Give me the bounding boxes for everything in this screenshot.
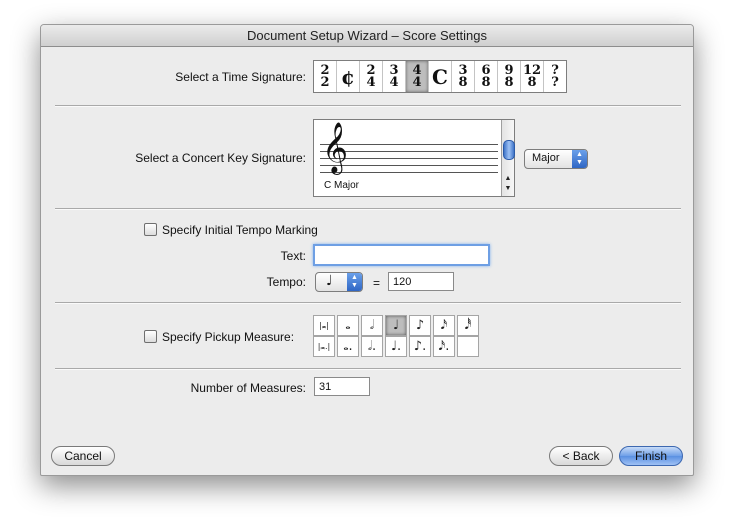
tempo-value-input[interactable]	[388, 272, 454, 291]
key-signature-staff[interactable]: 𝄞 C Major ▲ ▼	[313, 119, 515, 197]
time-signature-bottom: 2	[320, 74, 330, 90]
pickup-duration-row1-5[interactable]: 𝅘𝅥𝅯	[433, 315, 455, 336]
pickup-duration-row2-2[interactable]: 𝅗𝅥.	[361, 336, 383, 357]
time-signature-bottom: 8	[527, 74, 537, 90]
divider	[55, 208, 681, 210]
time-signature-option[interactable]: 44	[406, 61, 429, 92]
popup-arrows-icon: ▲ ▼	[572, 150, 587, 168]
divider	[55, 368, 681, 370]
divider	[55, 302, 681, 304]
pickup-duration-row1-4[interactable]: ♪	[409, 315, 431, 336]
time-signature-bottom: 4	[412, 74, 422, 90]
scroll-down-arrow-icon[interactable]: ▼	[502, 184, 514, 194]
key-mode-popup[interactable]: Major ▲ ▼	[524, 149, 588, 169]
time-signature-picker[interactable]: 2 2 ¢ 2 4 3 4 4 4 C 3 8 6 8 9 8 12 8??	[313, 60, 567, 93]
time-signature-symbol: C	[432, 64, 448, 89]
cancel-button[interactable]: Cancel	[51, 446, 115, 466]
quarter-note-icon: ♩	[326, 273, 333, 289]
back-button[interactable]: < Back	[549, 446, 613, 466]
time-signature-bottom: 4	[366, 74, 376, 90]
time-signature-option[interactable]: 98	[498, 61, 521, 92]
wizard-window: Document Setup Wizard – Score Settings S…	[40, 24, 694, 476]
scroll-thumb[interactable]	[503, 140, 515, 160]
pickup-checkbox[interactable]	[144, 330, 157, 343]
divider	[55, 105, 681, 107]
time-signature-option[interactable]: 68	[475, 61, 498, 92]
pickup-checkbox-label: Specify Pickup Measure:	[162, 330, 295, 344]
measures-label: Number of Measures:	[190, 381, 306, 395]
pickup-duration-grid: |𝅜| 𝅝 𝅗𝅥 ♩ ♪ 𝅘𝅥𝅯 𝅘𝅥𝅰 |𝅜.| 𝅝. 𝅗𝅥. ♩. ♪. 𝅘𝅥𝅯.	[313, 315, 479, 357]
pickup-duration-row2-5[interactable]: 𝅘𝅥𝅯.	[433, 336, 455, 357]
time-signature-option[interactable]: 38	[452, 61, 475, 92]
pickup-duration-row2-0[interactable]: |𝅜.|	[313, 336, 335, 357]
time-signature-option[interactable]: ??	[544, 61, 566, 92]
tempo-note-popup[interactable]: ♩ ▲ ▼	[315, 272, 363, 292]
time-signature-option[interactable]: 34	[383, 61, 406, 92]
key-name: C Major	[324, 180, 360, 191]
tempo-text-input[interactable]	[313, 244, 490, 266]
key-signature-label: Select a Concert Key Signature:	[135, 151, 306, 165]
pickup-duration-row1-6[interactable]: 𝅘𝅥𝅰	[457, 315, 479, 336]
treble-clef-icon: 𝄞	[322, 122, 349, 173]
time-signature-bottom: ?	[551, 74, 559, 90]
time-signature-bottom: 8	[481, 74, 491, 90]
time-signature-bottom: 4	[389, 74, 399, 90]
key-mode-value: Major	[532, 152, 560, 164]
measures-input[interactable]	[314, 377, 370, 396]
pickup-duration-row1-1[interactable]: 𝅝	[337, 315, 359, 336]
time-signature-label: Select a Time Signature:	[175, 70, 306, 84]
scroll-up-arrow-icon[interactable]: ▲	[502, 174, 514, 184]
time-signature-option[interactable]: C	[429, 61, 452, 92]
time-signature-option[interactable]: 12 8	[521, 61, 544, 92]
time-signature-bottom: 8	[458, 74, 468, 90]
window-title: Document Setup Wizard – Score Settings	[41, 25, 693, 47]
time-signature-symbol: ¢	[341, 64, 355, 89]
tempo-equals: =	[373, 276, 381, 290]
finish-button[interactable]: Finish	[619, 446, 683, 466]
pickup-duration-row1-3[interactable]: ♩	[385, 315, 407, 336]
pickup-duration-row1-0[interactable]: |𝅜|	[313, 315, 335, 336]
time-signature-option[interactable]: 22	[314, 61, 337, 92]
time-signature-option[interactable]: 24	[360, 61, 383, 92]
pickup-duration-row1-2[interactable]: 𝅗𝅥	[361, 315, 383, 336]
pickup-duration-row2-6[interactable]	[457, 336, 479, 357]
tempo-label: Tempo:	[266, 275, 306, 289]
pickup-duration-row2-1[interactable]: 𝅝.	[337, 336, 359, 357]
time-signature-bottom: 8	[504, 74, 514, 90]
key-scrollbar[interactable]: ▲ ▼	[501, 120, 515, 196]
popup-arrows-icon: ▲ ▼	[347, 273, 362, 291]
pickup-duration-row2-3[interactable]: ♩.	[385, 336, 407, 357]
time-signature-option[interactable]: ¢	[337, 61, 360, 92]
pickup-duration-row2-4[interactable]: ♪.	[409, 336, 431, 357]
tempo-checkbox[interactable]	[144, 223, 157, 236]
tempo-checkbox-label: Specify Initial Tempo Marking	[162, 223, 318, 237]
tempo-text-label: Text:	[280, 249, 306, 263]
